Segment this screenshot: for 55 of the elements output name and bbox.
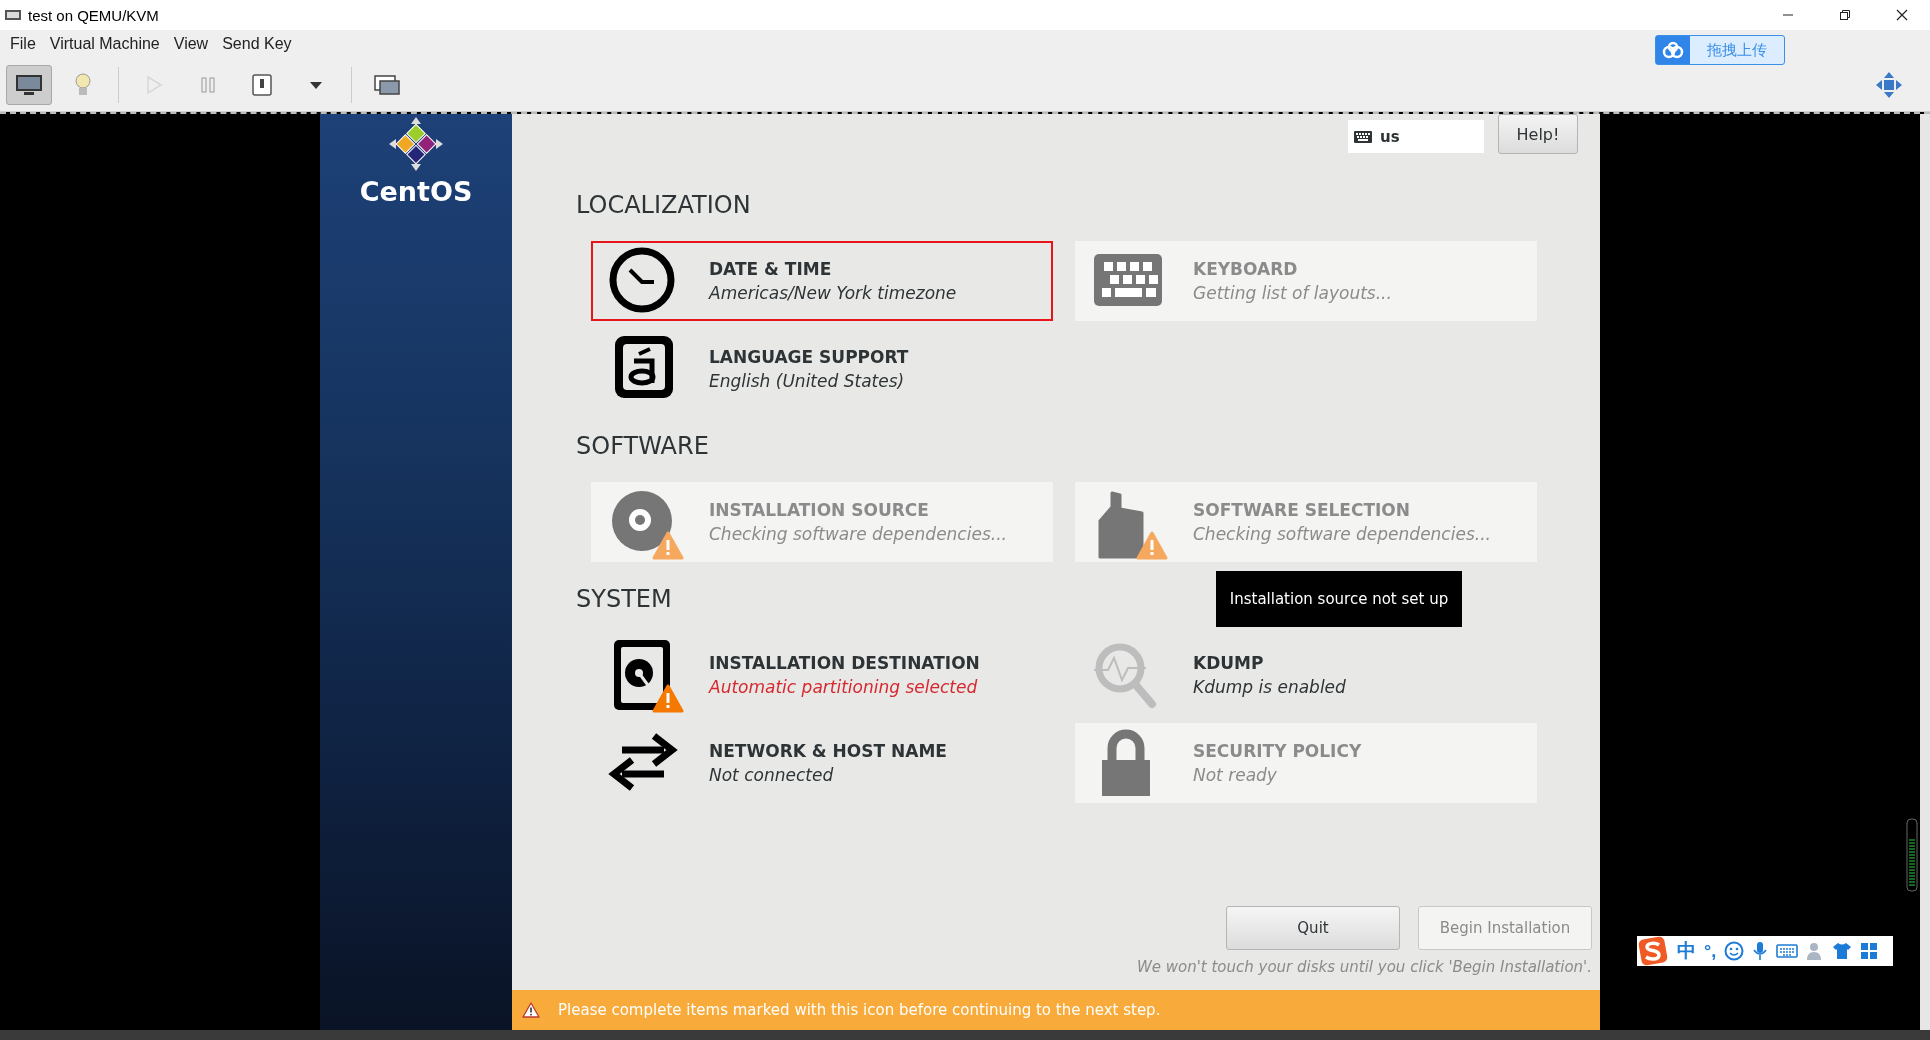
- spoke-title: SECURITY POLICY: [1193, 740, 1362, 763]
- spoke-title: INSTALLATION DESTINATION: [709, 652, 980, 675]
- menu-item[interactable]: File: [4, 32, 42, 56]
- keyboard-layout-field[interactable]: us: [1348, 120, 1484, 153]
- smiley-icon[interactable]: [1724, 941, 1745, 961]
- tooltip: Installation source not set up: [1216, 571, 1462, 627]
- spoke-status: English (United States): [709, 370, 906, 393]
- hub-spoke[interactable]: LANGUAGE SUPPORT English (United States): [591, 329, 1053, 409]
- flower-logo-icon: [388, 116, 444, 172]
- shirt-icon[interactable]: [1832, 942, 1853, 960]
- hub-spoke[interactable]: INSTALLATION DESTINATION Automatic partitioning selected: [591, 635, 1053, 715]
- hub-spoke[interactable]: KDUMP Kdump is enabled: [1075, 635, 1537, 715]
- warning-icon: [522, 1002, 540, 1018]
- toolbar-button[interactable]: [6, 64, 52, 105]
- spoke-status: Not ready: [1193, 764, 1278, 787]
- menu-item[interactable]: Virtual Machine: [43, 32, 166, 56]
- spoke-title: KDUMP: [1193, 652, 1265, 675]
- menu-item[interactable]: Send Key: [216, 32, 298, 56]
- brand-name: CentOS: [359, 176, 473, 207]
- section-heading: SOFTWARE: [576, 431, 709, 461]
- window-title: test on QEMU/KVM: [28, 6, 159, 24]
- section-heading: LOCALIZATION: [576, 190, 751, 220]
- restore-icon[interactable]: [1839, 9, 1851, 21]
- grid-icon[interactable]: [1860, 942, 1879, 960]
- menu-item[interactable]: View: [167, 32, 215, 56]
- spoke-title: KEYBOARD: [1193, 258, 1299, 281]
- input-mode-toggle[interactable]: 中: [1677, 938, 1696, 964]
- spoke-status: Getting list of layouts...: [1193, 282, 1392, 305]
- punctuation-toggle[interactable]: °,: [1704, 940, 1717, 962]
- spoke-title: LANGUAGE SUPPORT: [709, 346, 909, 369]
- spoke-status: Kdump is enabled: [1193, 676, 1346, 699]
- microphone-icon[interactable]: [1752, 941, 1769, 961]
- spoke-title: SOFTWARE SELECTION: [1193, 499, 1412, 522]
- keyboard-icon[interactable]: [1776, 943, 1799, 959]
- action-button[interactable]: Quit: [1226, 906, 1400, 950]
- cloud-icon: [1656, 36, 1690, 64]
- hub-spoke[interactable]: DATE & TIME Americas/New York timezone: [591, 241, 1053, 321]
- warning-message: Please complete items marked with this icon before continuing to the next step.: [558, 1001, 1161, 1019]
- spoke-title: INSTALLATION SOURCE: [709, 499, 930, 522]
- spoke-title: NETWORK & HOST NAME: [709, 740, 947, 763]
- info-note: We won't touch your disks until you click 'Begin Installation'.: [1135, 958, 1593, 976]
- spoke-status: Americas/New York timezone: [709, 282, 957, 305]
- ime-logo-icon[interactable]: [1637, 935, 1669, 967]
- hub-spoke[interactable]: NETWORK & HOST NAME Not connected: [591, 723, 1053, 803]
- help-button[interactable]: Help!: [1498, 114, 1578, 154]
- volume-meter-icon: [1906, 818, 1918, 892]
- keyboard-icon: [1354, 130, 1372, 143]
- close-icon[interactable]: [1896, 9, 1908, 21]
- section-heading: SYSTEM: [576, 584, 672, 614]
- spoke-status: Checking software dependencies...: [1193, 523, 1491, 546]
- spoke-status: Checking software dependencies...: [709, 523, 1007, 546]
- spoke-title: DATE & TIME: [709, 258, 833, 281]
- app-icon: [4, 8, 22, 22]
- spoke-status: Not connected: [709, 764, 835, 787]
- spoke-status: Automatic partitioning selected: [709, 676, 979, 699]
